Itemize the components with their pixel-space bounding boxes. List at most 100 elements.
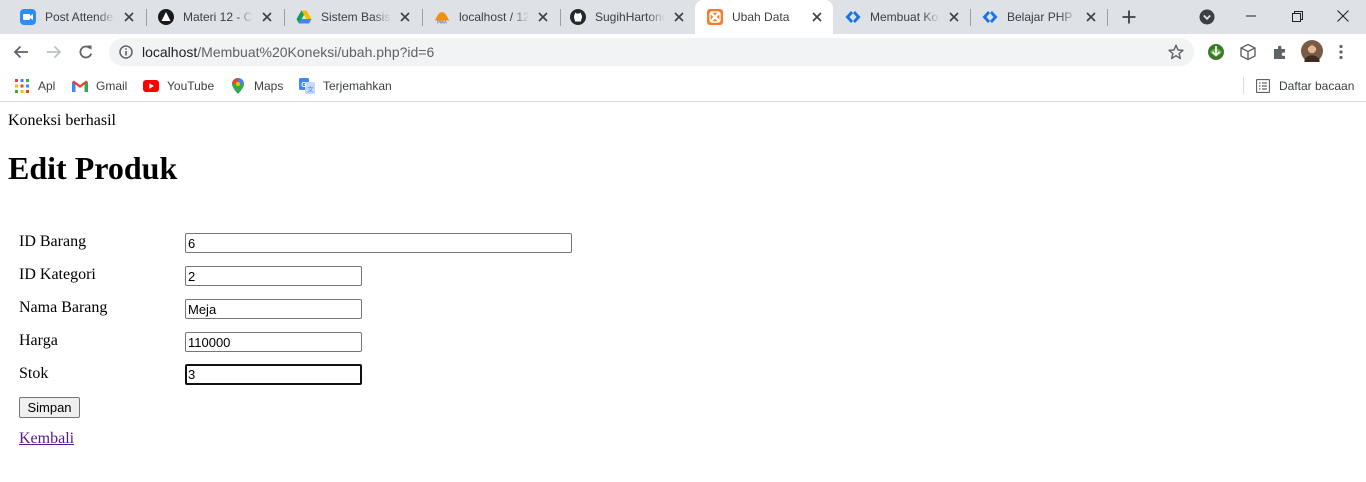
id-kategori-label: ID Kategori <box>19 266 96 283</box>
tab-membuat-koneksi[interactable]: Membuat Koneksi PHP <box>833 0 970 34</box>
plus-icon <box>1122 10 1136 24</box>
harga-label: Harga <box>19 332 58 349</box>
bookmark-label: Gmail <box>96 79 128 93</box>
close-tab-icon[interactable] <box>946 9 962 25</box>
svg-text:PMA: PMA <box>437 20 448 25</box>
kebab-menu-icon <box>1339 44 1343 60</box>
arrow-right-icon <box>47 45 62 59</box>
bookmark-maps[interactable]: Maps <box>230 76 283 96</box>
maps-icon <box>230 78 246 94</box>
chevron-down-icon <box>1199 9 1215 25</box>
gmail-icon <box>72 78 88 94</box>
stok-label: Stok <box>19 365 49 382</box>
page-title: Edit Produk <box>8 150 178 186</box>
connection-status-message: Koneksi berhasil <box>8 112 116 129</box>
bookmark-gmail[interactable]: Gmail <box>72 76 127 96</box>
close-tab-icon[interactable] <box>671 9 687 25</box>
xampp-icon <box>707 9 723 25</box>
close-tab-icon[interactable] <box>1083 9 1099 25</box>
tab-title: Sistem Basis Data - Google Drive <box>321 10 391 24</box>
url-text[interactable]: localhost/Membuat%20Koneksi/ubah.php?id=… <box>142 44 434 60</box>
tab-separator <box>1107 9 1108 26</box>
tab-zoom[interactable]: Post Attendee - Zoom <box>8 0 145 34</box>
reading-list-button[interactable]: Daftar bacaan <box>1255 76 1354 96</box>
close-tab-icon[interactable] <box>397 9 413 25</box>
browser-toolbar: localhost/Membuat%20Koneksi/ubah.php?id=… <box>0 34 1366 70</box>
tab-title: SugihHartono - GitHub <box>595 10 665 24</box>
minimize-icon <box>1246 15 1256 17</box>
google-drive-icon <box>296 9 312 25</box>
github-icon <box>570 9 586 25</box>
address-bar[interactable]: localhost/Membuat%20Koneksi/ubah.php?id=… <box>109 38 1194 66</box>
cube-extension-icon[interactable] <box>1238 42 1258 62</box>
bookmarks-divider <box>1243 77 1244 94</box>
page-content: Koneksi berhasil Edit Produk ID Barang I… <box>0 103 1366 482</box>
close-tab-icon[interactable] <box>535 9 551 25</box>
zoom-icon <box>20 9 36 25</box>
tab-phpmyadmin[interactable]: PMA localhost / 127.0.0.1 | phpMyAdmin <box>422 0 559 34</box>
bookmark-apps[interactable]: Apl <box>14 76 55 96</box>
url-host: localhost <box>142 44 198 60</box>
new-tab-button[interactable] <box>1119 7 1139 27</box>
classroom-icon <box>158 9 174 25</box>
youtube-icon <box>143 78 159 94</box>
harga-input[interactable] <box>185 332 362 352</box>
back-button[interactable] <box>9 40 33 64</box>
apps-grid-icon <box>14 78 30 94</box>
reading-list-icon <box>1255 78 1271 94</box>
restore-icon <box>1291 10 1303 22</box>
close-tab-icon[interactable] <box>259 9 275 25</box>
id-kategori-input[interactable] <box>185 266 362 286</box>
close-tab-icon[interactable] <box>121 9 137 25</box>
bookmark-star-icon[interactable] <box>1167 43 1185 61</box>
tab-title: Post Attendee - Zoom <box>45 10 115 24</box>
nama-barang-label: Nama Barang <box>19 299 108 316</box>
codepolitan-icon <box>982 9 998 25</box>
bookmark-label: Terjemahkan <box>323 79 392 93</box>
idm-extension-icon[interactable] <box>1206 42 1226 62</box>
restore-window-button[interactable] <box>1274 0 1320 32</box>
tab-belajar-php[interactable]: Belajar PHP Part <box>970 0 1107 34</box>
tab-search-button[interactable] <box>1198 8 1216 26</box>
tab-google-drive[interactable]: Sistem Basis Data - Google Drive <box>284 0 421 34</box>
extensions-puzzle-icon[interactable] <box>1270 42 1290 62</box>
bookmark-youtube[interactable]: YouTube <box>143 76 214 96</box>
url-path: /Membuat%20Koneksi/ubah.php?id=6 <box>197 44 435 60</box>
profile-avatar[interactable] <box>1301 40 1323 62</box>
browser-tab-strip: Post Attendee - Zoom Materi 12 - Course … <box>0 0 1366 34</box>
arrow-left-icon <box>13 45 28 59</box>
tab-title: Belajar PHP Part <box>1007 10 1077 24</box>
svg-text:文: 文 <box>307 85 314 94</box>
id-barang-label: ID Barang <box>19 233 87 250</box>
tab-title: Materi 12 - Course <box>183 10 253 24</box>
stok-input[interactable] <box>185 364 362 385</box>
tab-github[interactable]: SugihHartono - GitHub <box>558 0 695 34</box>
id-barang-input[interactable] <box>185 233 572 253</box>
phpmyadmin-icon: PMA <box>434 9 450 25</box>
reading-list-label: Daftar bacaan <box>1279 79 1355 93</box>
bookmark-label: YouTube <box>167 79 215 93</box>
site-info-icon[interactable] <box>118 44 134 60</box>
close-tab-icon[interactable] <box>809 9 825 25</box>
bookmark-label: Apl <box>38 79 56 93</box>
close-window-button[interactable] <box>1320 0 1366 32</box>
tab-title: Membuat Koneksi PHP <box>870 10 940 24</box>
tab-materi[interactable]: Materi 12 - Course <box>146 0 283 34</box>
nama-barang-input[interactable] <box>185 299 362 319</box>
translate-icon: G文 <box>299 78 315 94</box>
close-icon <box>1337 10 1349 22</box>
bookmarks-bar: Apl Gmail YouTube Maps G文 Terjemahkan Da… <box>0 70 1366 102</box>
tab-title: localhost / 127.0.0.1 | phpMyAdmin <box>459 10 529 24</box>
bookmark-translate[interactable]: G文 Terjemahkan <box>299 76 392 96</box>
tab-title: Ubah Data <box>732 10 790 24</box>
reload-button[interactable] <box>74 40 98 64</box>
forward-button[interactable] <box>42 40 66 64</box>
simpan-button[interactable]: Simpan <box>19 397 80 418</box>
kembali-link[interactable]: Kembali <box>19 430 74 448</box>
reload-icon <box>79 45 93 59</box>
codepolitan-icon <box>845 9 861 25</box>
tab-ubah-data[interactable]: Ubah Data <box>695 0 833 34</box>
browser-menu-button[interactable] <box>1331 42 1351 62</box>
minimize-window-button[interactable] <box>1228 0 1274 32</box>
bookmark-label: Maps <box>254 79 284 93</box>
